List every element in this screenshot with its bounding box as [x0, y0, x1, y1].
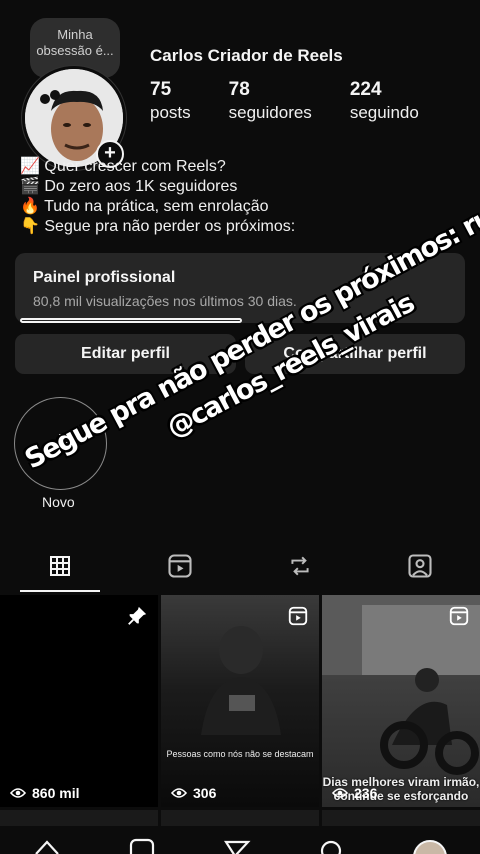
stat-following-label: seguindo: [349, 103, 419, 122]
eye-icon: [332, 788, 348, 798]
bio-line: 🎬 Do zero aos 1K seguidores: [20, 178, 238, 195]
profile-bio: 📈 Quer crescer com Reels? 🎬 Do zero aos …: [20, 157, 295, 237]
edit-profile-button[interactable]: Editar perfil: [15, 334, 236, 374]
eye-icon: [10, 788, 26, 798]
share-profile-button[interactable]: Compartilhar perfil: [245, 334, 465, 374]
tab-reposts[interactable]: [240, 540, 360, 592]
tagged-icon: [408, 554, 432, 578]
note-text: Minha obsessão é...: [36, 27, 114, 58]
view-count-text: 306: [193, 785, 217, 801]
stat-following[interactable]: 224 seguindo: [350, 79, 419, 125]
stat-followers[interactable]: 78 seguidores: [229, 79, 312, 125]
view-count: 236: [332, 785, 377, 801]
post-tile[interactable]: Pessoas como nós não se destacam 306: [161, 595, 319, 807]
reels-nav-icon[interactable]: [128, 836, 156, 854]
stat-posts-label: posts: [150, 103, 191, 122]
profile-tabs: [0, 540, 480, 592]
home-icon[interactable]: [33, 836, 61, 854]
stat-posts-count: 75: [150, 79, 172, 100]
reels-icon: [168, 554, 192, 578]
grid-icon: [50, 556, 70, 576]
view-count-text: 860 mil: [32, 785, 80, 801]
professional-dashboard[interactable]: Painel profissional 80,8 mil visualizaçõ…: [15, 253, 465, 323]
bio-line: 🔥 Tudo na prática, sem enrolação: [20, 198, 269, 215]
profile-stats: 75 posts 78 seguidores 224 seguindo: [150, 79, 457, 125]
stat-posts[interactable]: 75 posts: [150, 79, 191, 125]
profile-header: Minha obsessão é... + Carlos Criador de …: [0, 0, 480, 170]
reels-icon: [287, 605, 309, 632]
tab-reels[interactable]: [120, 540, 240, 592]
pin-icon: [126, 605, 148, 632]
bottom-nav: [0, 826, 480, 854]
drawn-underline: [20, 318, 242, 323]
bio-line: 📈 Quer crescer com Reels?: [20, 158, 226, 175]
dashboard-subtitle: 80,8 mil visualizações nos últimos 30 di…: [33, 293, 297, 309]
tab-grid[interactable]: [0, 540, 120, 592]
post-tile[interactable]: Dias melhores viram irmão, continue se e…: [322, 595, 480, 807]
stat-following-count: 224: [349, 79, 382, 100]
new-highlight-button[interactable]: +: [14, 397, 107, 490]
avatar-container[interactable]: +: [22, 66, 126, 170]
stat-followers-count: 78: [228, 79, 250, 100]
view-count: 306: [171, 785, 216, 801]
eye-icon: [171, 788, 187, 798]
reels-icon: [448, 605, 470, 632]
search-icon[interactable]: [318, 836, 346, 854]
new-highlight-label: Novo: [42, 494, 75, 510]
profile-nav-avatar[interactable]: [412, 840, 447, 854]
tab-tagged[interactable]: [360, 540, 480, 592]
bio-line: 👇 Segue pra não perder os próximos:: [20, 218, 296, 235]
send-icon[interactable]: [223, 836, 251, 854]
posts-grid: 860 mil Pessoas como nós não se destacam…: [0, 595, 480, 830]
repost-icon: [291, 556, 309, 576]
profile-name: Carlos Criador de Reels: [150, 46, 343, 65]
stat-followers-label: seguidores: [228, 103, 312, 122]
dashboard-title: Painel profissional: [33, 269, 176, 286]
view-count: 860 mil: [10, 785, 79, 801]
post-caption: Pessoas como nós não se destacam: [166, 749, 314, 759]
view-count-text: 236: [354, 785, 378, 801]
post-tile[interactable]: 860 mil: [0, 595, 158, 807]
plus-icon: +: [48, 421, 73, 466]
